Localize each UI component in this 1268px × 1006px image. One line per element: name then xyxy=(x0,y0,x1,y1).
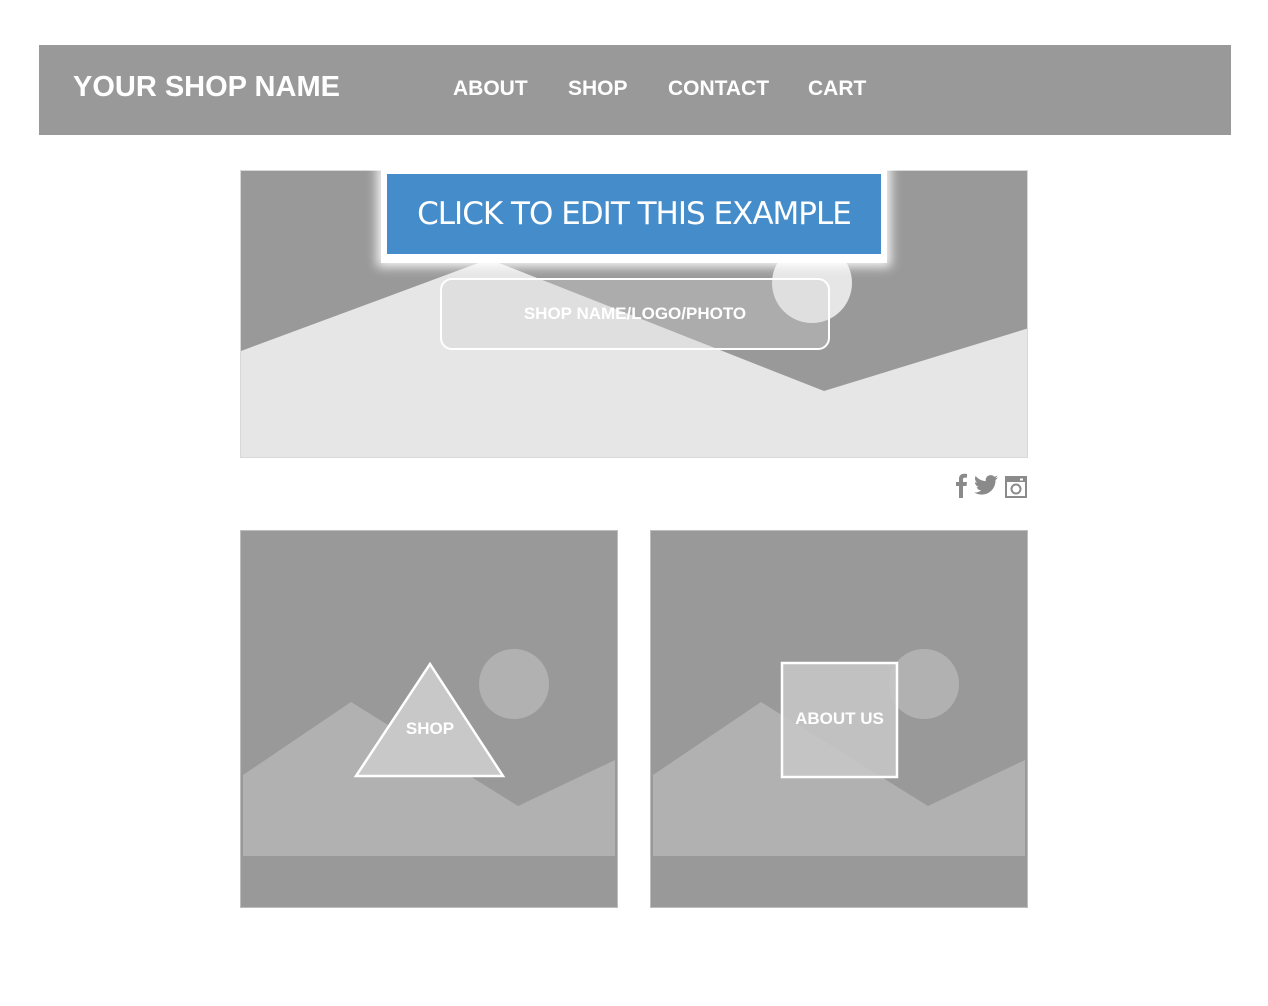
social-icons xyxy=(954,472,1028,500)
nav-item-about[interactable]: ABOUT xyxy=(453,77,528,101)
edit-example-button[interactable]: CLICK TO EDIT THIS EXAMPLE xyxy=(387,174,881,254)
shop-name-logo[interactable]: YOUR SHOP NAME xyxy=(73,71,340,104)
shop-tile[interactable]: SHOP xyxy=(240,530,618,908)
twitter-icon[interactable] xyxy=(974,475,998,500)
nav-item-cart[interactable]: CART xyxy=(808,77,866,101)
shop-logo-placeholder[interactable]: SHOP NAME/LOGO/PHOTO xyxy=(440,278,830,350)
nav-item-shop[interactable]: SHOP xyxy=(568,77,628,101)
shop-tile-label[interactable]: SHOP xyxy=(380,719,480,739)
edit-banner-frame: CLICK TO EDIT THIS EXAMPLE xyxy=(381,167,887,263)
about-us-tile[interactable]: ABOUT US xyxy=(650,530,1028,908)
instagram-icon[interactable] xyxy=(1005,476,1027,503)
header-bar: YOUR SHOP NAME ABOUT SHOP CONTACT CART xyxy=(39,45,1231,135)
nav-item-contact[interactable]: CONTACT xyxy=(668,77,769,101)
facebook-icon[interactable] xyxy=(954,472,968,503)
about-us-tile-label[interactable]: ABOUT US xyxy=(782,709,897,729)
